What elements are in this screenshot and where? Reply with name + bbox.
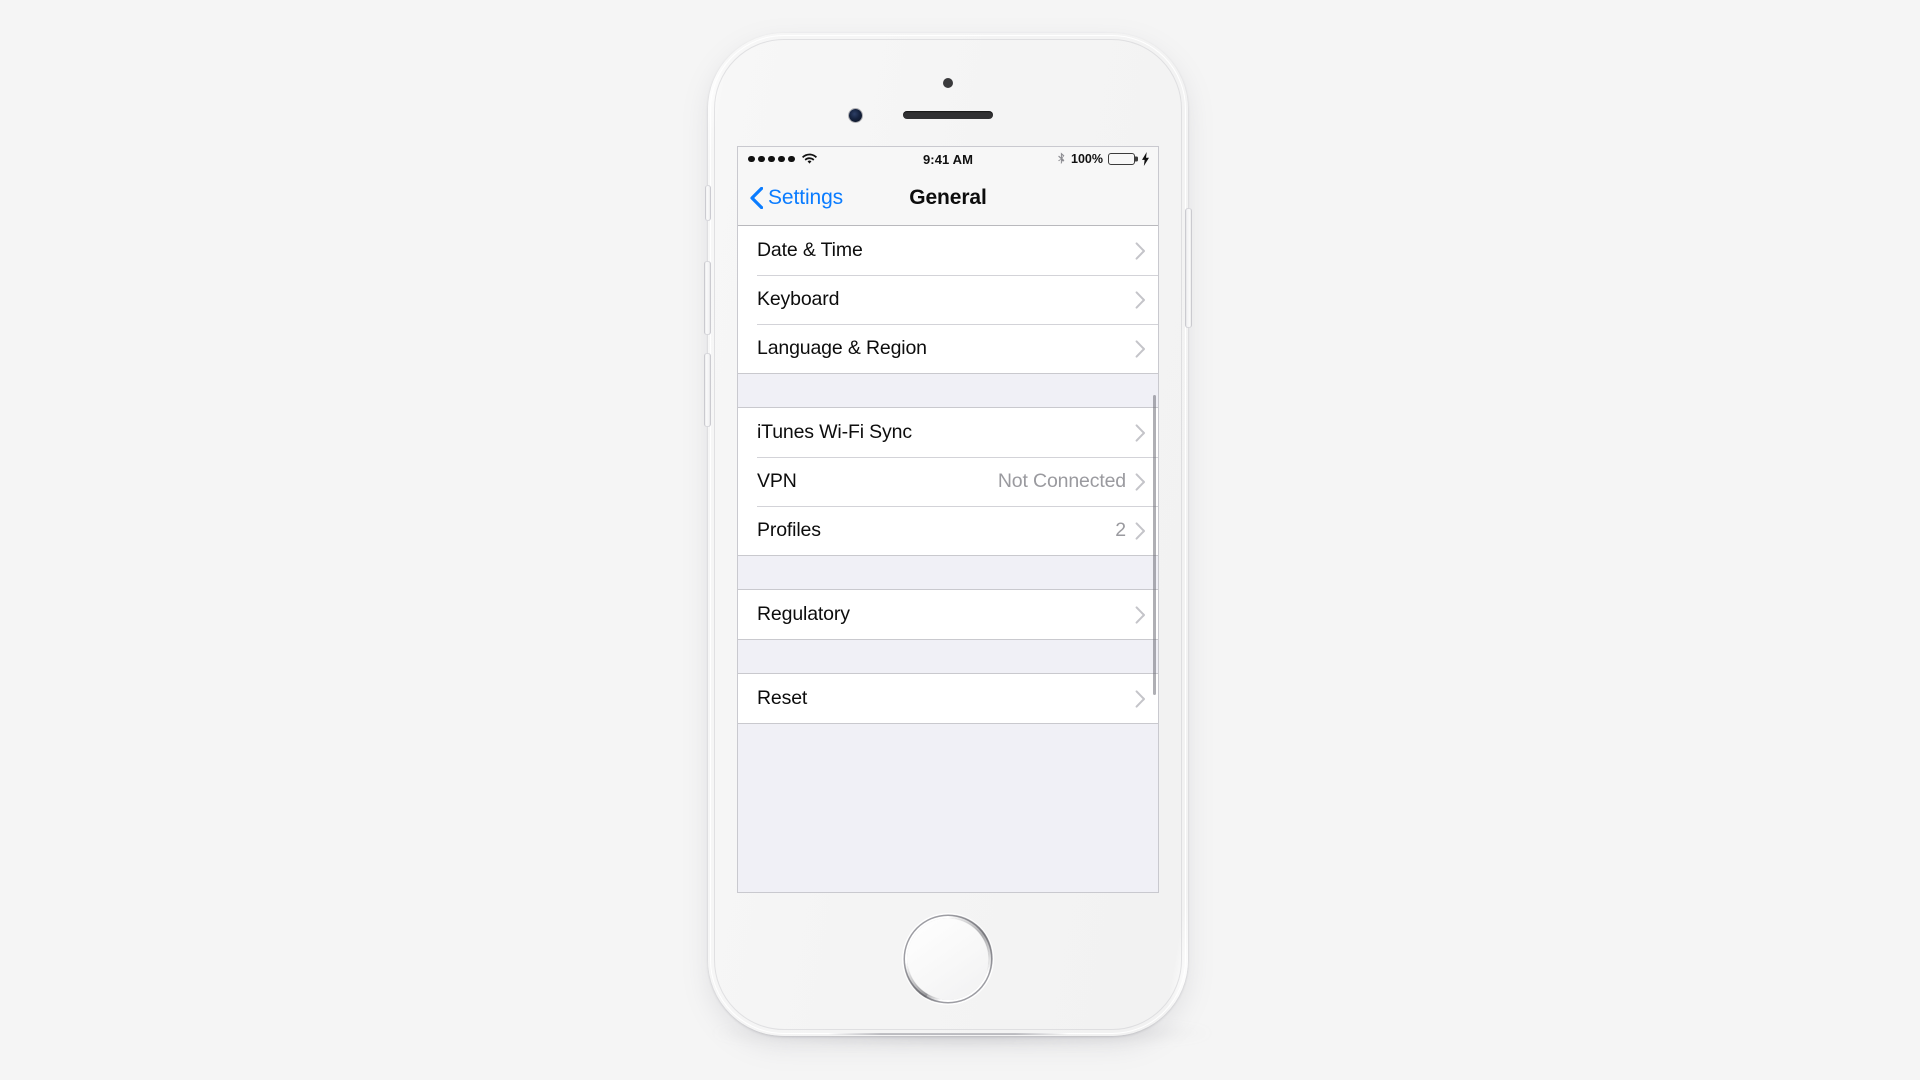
row-label: Profiles — [757, 519, 821, 541]
settings-table-view[interactable]: Date & Time Keyboard Language & Region i… — [738, 226, 1158, 892]
volume-down-button[interactable] — [704, 353, 711, 427]
lightning-bolt-icon — [1141, 152, 1150, 166]
row-label: VPN — [757, 470, 797, 492]
row-keyboard[interactable]: Keyboard — [738, 275, 1158, 324]
row-label: Keyboard — [757, 288, 840, 310]
status-bar-right: 100% — [1057, 152, 1150, 166]
vertical-scroll-indicator[interactable] — [1152, 395, 1156, 695]
chevron-right-icon — [1135, 290, 1146, 309]
row-language-and-region[interactable]: Language & Region — [738, 324, 1158, 373]
proximity-sensor — [943, 78, 953, 88]
power-button[interactable] — [1185, 208, 1192, 328]
row-label: Regulatory — [757, 603, 850, 625]
bluetooth-icon — [1057, 152, 1066, 166]
group-separator — [738, 639, 1158, 674]
back-button-settings[interactable]: Settings — [750, 186, 843, 210]
group-separator — [738, 555, 1158, 590]
chevron-right-icon — [1135, 689, 1146, 708]
front-camera — [849, 109, 862, 122]
earpiece-speaker — [903, 111, 993, 119]
row-regulatory[interactable]: Regulatory — [738, 590, 1158, 639]
chevron-left-icon — [750, 186, 764, 210]
group-separator — [738, 373, 1158, 408]
battery-icon — [1108, 152, 1135, 166]
chevron-right-icon — [1135, 241, 1146, 260]
row-vpn[interactable]: VPN Not Connected — [738, 457, 1158, 506]
iphone-device-body: 9:41 AM 100% Settings General Date & Tim… — [704, 33, 1192, 1036]
chevron-right-icon — [1135, 472, 1146, 491]
row-label: Reset — [757, 687, 808, 709]
row-date-and-time[interactable]: Date & Time — [738, 226, 1158, 275]
volume-up-button[interactable] — [704, 261, 711, 335]
settings-group-datetime: Date & Time Keyboard Language & Region — [738, 226, 1158, 373]
settings-group-reset: Reset — [738, 674, 1158, 723]
device-stage: 9:41 AM 100% Settings General Date & Tim… — [0, 0, 1920, 1080]
row-reset[interactable]: Reset — [738, 674, 1158, 723]
home-button-ring — [903, 914, 993, 1004]
phone-screen: 9:41 AM 100% Settings General Date & Tim… — [738, 147, 1158, 892]
navigation-bar: Settings General — [738, 171, 1158, 226]
settings-group-regulatory: Regulatory — [738, 590, 1158, 639]
back-button-label: Settings — [768, 186, 844, 209]
row-detail-value: 2 — [1115, 519, 1126, 541]
row-detail-value: Not Connected — [997, 470, 1126, 492]
chevron-right-icon — [1135, 339, 1146, 358]
settings-group-sync: iTunes Wi-Fi Sync VPN Not Connected Prof… — [738, 408, 1158, 555]
home-button[interactable] — [903, 914, 993, 1004]
device-bottom-edge — [828, 1033, 1068, 1035]
group-separator-bottom — [738, 723, 1158, 765]
status-bar: 9:41 AM 100% — [738, 147, 1158, 171]
chevron-right-icon — [1135, 605, 1146, 624]
ring-silent-switch[interactable] — [705, 185, 711, 221]
chevron-right-icon — [1135, 423, 1146, 442]
row-label: Date & Time — [757, 239, 863, 261]
chevron-right-icon — [1135, 521, 1146, 540]
row-itunes-wifi-sync[interactable]: iTunes Wi-Fi Sync — [738, 408, 1158, 457]
battery-percentage-label: 100% — [1071, 152, 1103, 166]
row-profiles[interactable]: Profiles 2 — [738, 506, 1158, 555]
row-label: Language & Region — [757, 337, 927, 359]
row-label: iTunes Wi-Fi Sync — [757, 421, 912, 443]
